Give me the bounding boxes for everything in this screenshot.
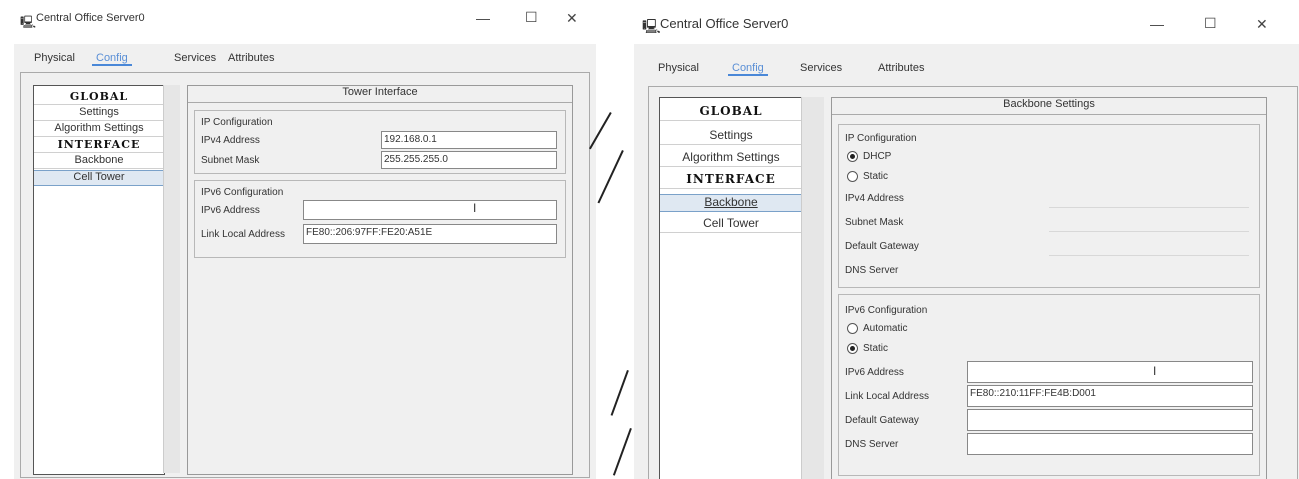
right-server-window: 🖳 Central Office Server0 — ☐ ✕ Physical … bbox=[634, 0, 1299, 479]
ip-config-heading: IP Configuration bbox=[201, 117, 273, 128]
dns-server-label: DNS Server bbox=[845, 265, 899, 276]
subnet-mask-field[interactable] bbox=[1049, 231, 1249, 232]
server-icon: 🖳 bbox=[642, 18, 661, 34]
ipv6-config-group: IPv6 Configuration Automatic Static IPv6… bbox=[838, 294, 1260, 476]
config-panel: GLOBAL Settings Algorithm Settings INTER… bbox=[20, 72, 590, 478]
ipv6-config-heading: IPv6 Configuration bbox=[201, 187, 284, 198]
sidebar-list: GLOBAL Settings Algorithm Settings INTER… bbox=[659, 97, 803, 479]
sidebar-list: GLOBAL Settings Algorithm Settings INTER… bbox=[33, 85, 165, 475]
tab-physical[interactable]: Physical bbox=[658, 62, 699, 74]
title-bar: 🖳 Central Office Server0 — ☐ ✕ bbox=[634, 0, 1299, 44]
sidebar-item-algorithm-settings[interactable]: Algorithm Settings bbox=[660, 150, 802, 167]
ipv6-dns-field[interactable] bbox=[967, 433, 1253, 455]
default-gateway-field[interactable] bbox=[1049, 255, 1249, 256]
tab-config[interactable]: Config bbox=[92, 52, 132, 66]
ipv6-label: IPv6 Address bbox=[201, 205, 260, 216]
text-cursor-icon: I bbox=[1153, 364, 1157, 378]
close-button[interactable]: ✕ bbox=[566, 10, 578, 27]
sidebar-header-global: GLOBAL bbox=[660, 104, 802, 121]
subnet-mask-label: Subnet Mask bbox=[201, 155, 260, 166]
link-local-field[interactable]: FE80::210:11FF:FE4B:D001 bbox=[967, 385, 1253, 407]
ipv4-label: IPv4 Address bbox=[201, 135, 260, 146]
ip-config-group: IP Configuration DHCP Static IPv4 Addres… bbox=[838, 124, 1260, 288]
sidebar-scrollbar[interactable] bbox=[801, 97, 824, 479]
subnet-mask-label: Subnet Mask bbox=[845, 217, 904, 228]
window-title: Central Office Server0 bbox=[660, 16, 789, 31]
ipv6-address-field[interactable] bbox=[967, 361, 1253, 383]
panel-title: Tower Interface bbox=[188, 86, 572, 103]
tab-attributes[interactable]: Attributes bbox=[228, 52, 274, 64]
static-radio[interactable] bbox=[847, 171, 858, 182]
default-gateway-label: Default Gateway bbox=[845, 241, 919, 252]
sidebar-item-cell-tower[interactable]: Cell Tower bbox=[660, 216, 802, 233]
ipv6-gateway-field[interactable] bbox=[967, 409, 1253, 431]
sidebar-header-global: GLOBAL bbox=[34, 90, 164, 105]
sidebar-item-cell-tower[interactable]: Cell Tower bbox=[34, 170, 164, 186]
close-button[interactable]: ✕ bbox=[1256, 16, 1268, 33]
tab-bar: Physical Config Services Attributes bbox=[634, 62, 1299, 88]
sidebar-item-backbone[interactable]: Backbone bbox=[34, 154, 164, 169]
tab-physical[interactable]: Physical bbox=[34, 52, 75, 64]
minimize-button[interactable]: — bbox=[1150, 16, 1164, 32]
automatic-radio[interactable] bbox=[847, 323, 858, 334]
sidebar-item-settings[interactable]: Settings bbox=[34, 106, 164, 121]
panel-title: Backbone Settings bbox=[832, 98, 1266, 115]
ipv6-static-label: Static bbox=[863, 343, 889, 354]
dhcp-radio[interactable] bbox=[847, 151, 858, 162]
ipv4-address-field[interactable]: 192.168.0.1 bbox=[381, 131, 557, 149]
static-label: Static bbox=[863, 171, 889, 182]
ipv4-address-field[interactable] bbox=[1049, 207, 1249, 208]
ipv6-label: IPv6 Address bbox=[845, 367, 904, 378]
backbone-panel: Backbone Settings IP Configuration DHCP … bbox=[831, 97, 1267, 479]
server-icon: 🖳 bbox=[20, 15, 37, 29]
subnet-mask-field[interactable]: 255.255.255.0 bbox=[381, 151, 557, 169]
link-local-label: Link Local Address bbox=[201, 229, 285, 240]
ipv6-gateway-label: Default Gateway bbox=[845, 415, 919, 426]
dhcp-label: DHCP bbox=[863, 151, 892, 162]
tab-services[interactable]: Services bbox=[174, 52, 216, 64]
ip-config-group: IP Configuration IPv4 Address 192.168.0.… bbox=[194, 110, 566, 174]
left-server-window: 🖳 Central Office Server0 — ☐ ✕ Physical … bbox=[14, 0, 596, 479]
maximize-button[interactable]: ☐ bbox=[525, 9, 538, 26]
sidebar-item-algorithm-settings[interactable]: Algorithm Settings bbox=[34, 122, 164, 137]
config-panel: GLOBAL Settings Algorithm Settings INTER… bbox=[648, 86, 1298, 479]
link-local-field[interactable]: FE80::206:97FF:FE20:A51E bbox=[303, 224, 557, 244]
sidebar-scrollbar[interactable] bbox=[163, 85, 180, 473]
minimize-button[interactable]: — bbox=[476, 10, 490, 26]
ipv6-config-group: IPv6 Configuration IPv6 Address I Link L… bbox=[194, 180, 566, 258]
tab-services[interactable]: Services bbox=[800, 62, 842, 74]
sidebar-item-backbone[interactable]: Backbone bbox=[660, 194, 802, 212]
sidebar-header-interface: INTERFACE bbox=[34, 138, 164, 153]
ipv6-static-radio[interactable] bbox=[847, 343, 858, 354]
automatic-label: Automatic bbox=[863, 323, 908, 334]
ipv6-address-field[interactable] bbox=[303, 200, 557, 220]
ipv4-label: IPv4 Address bbox=[845, 193, 904, 204]
tab-attributes[interactable]: Attributes bbox=[878, 62, 924, 74]
ip-config-heading: IP Configuration bbox=[845, 133, 917, 144]
ipv6-dns-label: DNS Server bbox=[845, 439, 899, 450]
link-local-label: Link Local Address bbox=[845, 391, 929, 402]
maximize-button[interactable]: ☐ bbox=[1204, 15, 1217, 32]
window-title: Central Office Server0 bbox=[36, 12, 145, 24]
ipv6-config-heading: IPv6 Configuration bbox=[845, 305, 928, 316]
tab-config[interactable]: Config bbox=[728, 62, 768, 76]
sidebar-header-interface: INTERFACE bbox=[660, 172, 802, 189]
pen-mark bbox=[612, 428, 632, 476]
sidebar-item-settings[interactable]: Settings bbox=[660, 128, 802, 145]
interface-panel: Tower Interface IP Configuration IPv4 Ad… bbox=[187, 85, 573, 475]
pen-mark bbox=[597, 150, 624, 204]
pen-mark bbox=[610, 370, 629, 416]
title-bar: 🖳 Central Office Server0 — ☐ ✕ bbox=[14, 0, 596, 44]
text-cursor-icon: I bbox=[473, 201, 477, 215]
